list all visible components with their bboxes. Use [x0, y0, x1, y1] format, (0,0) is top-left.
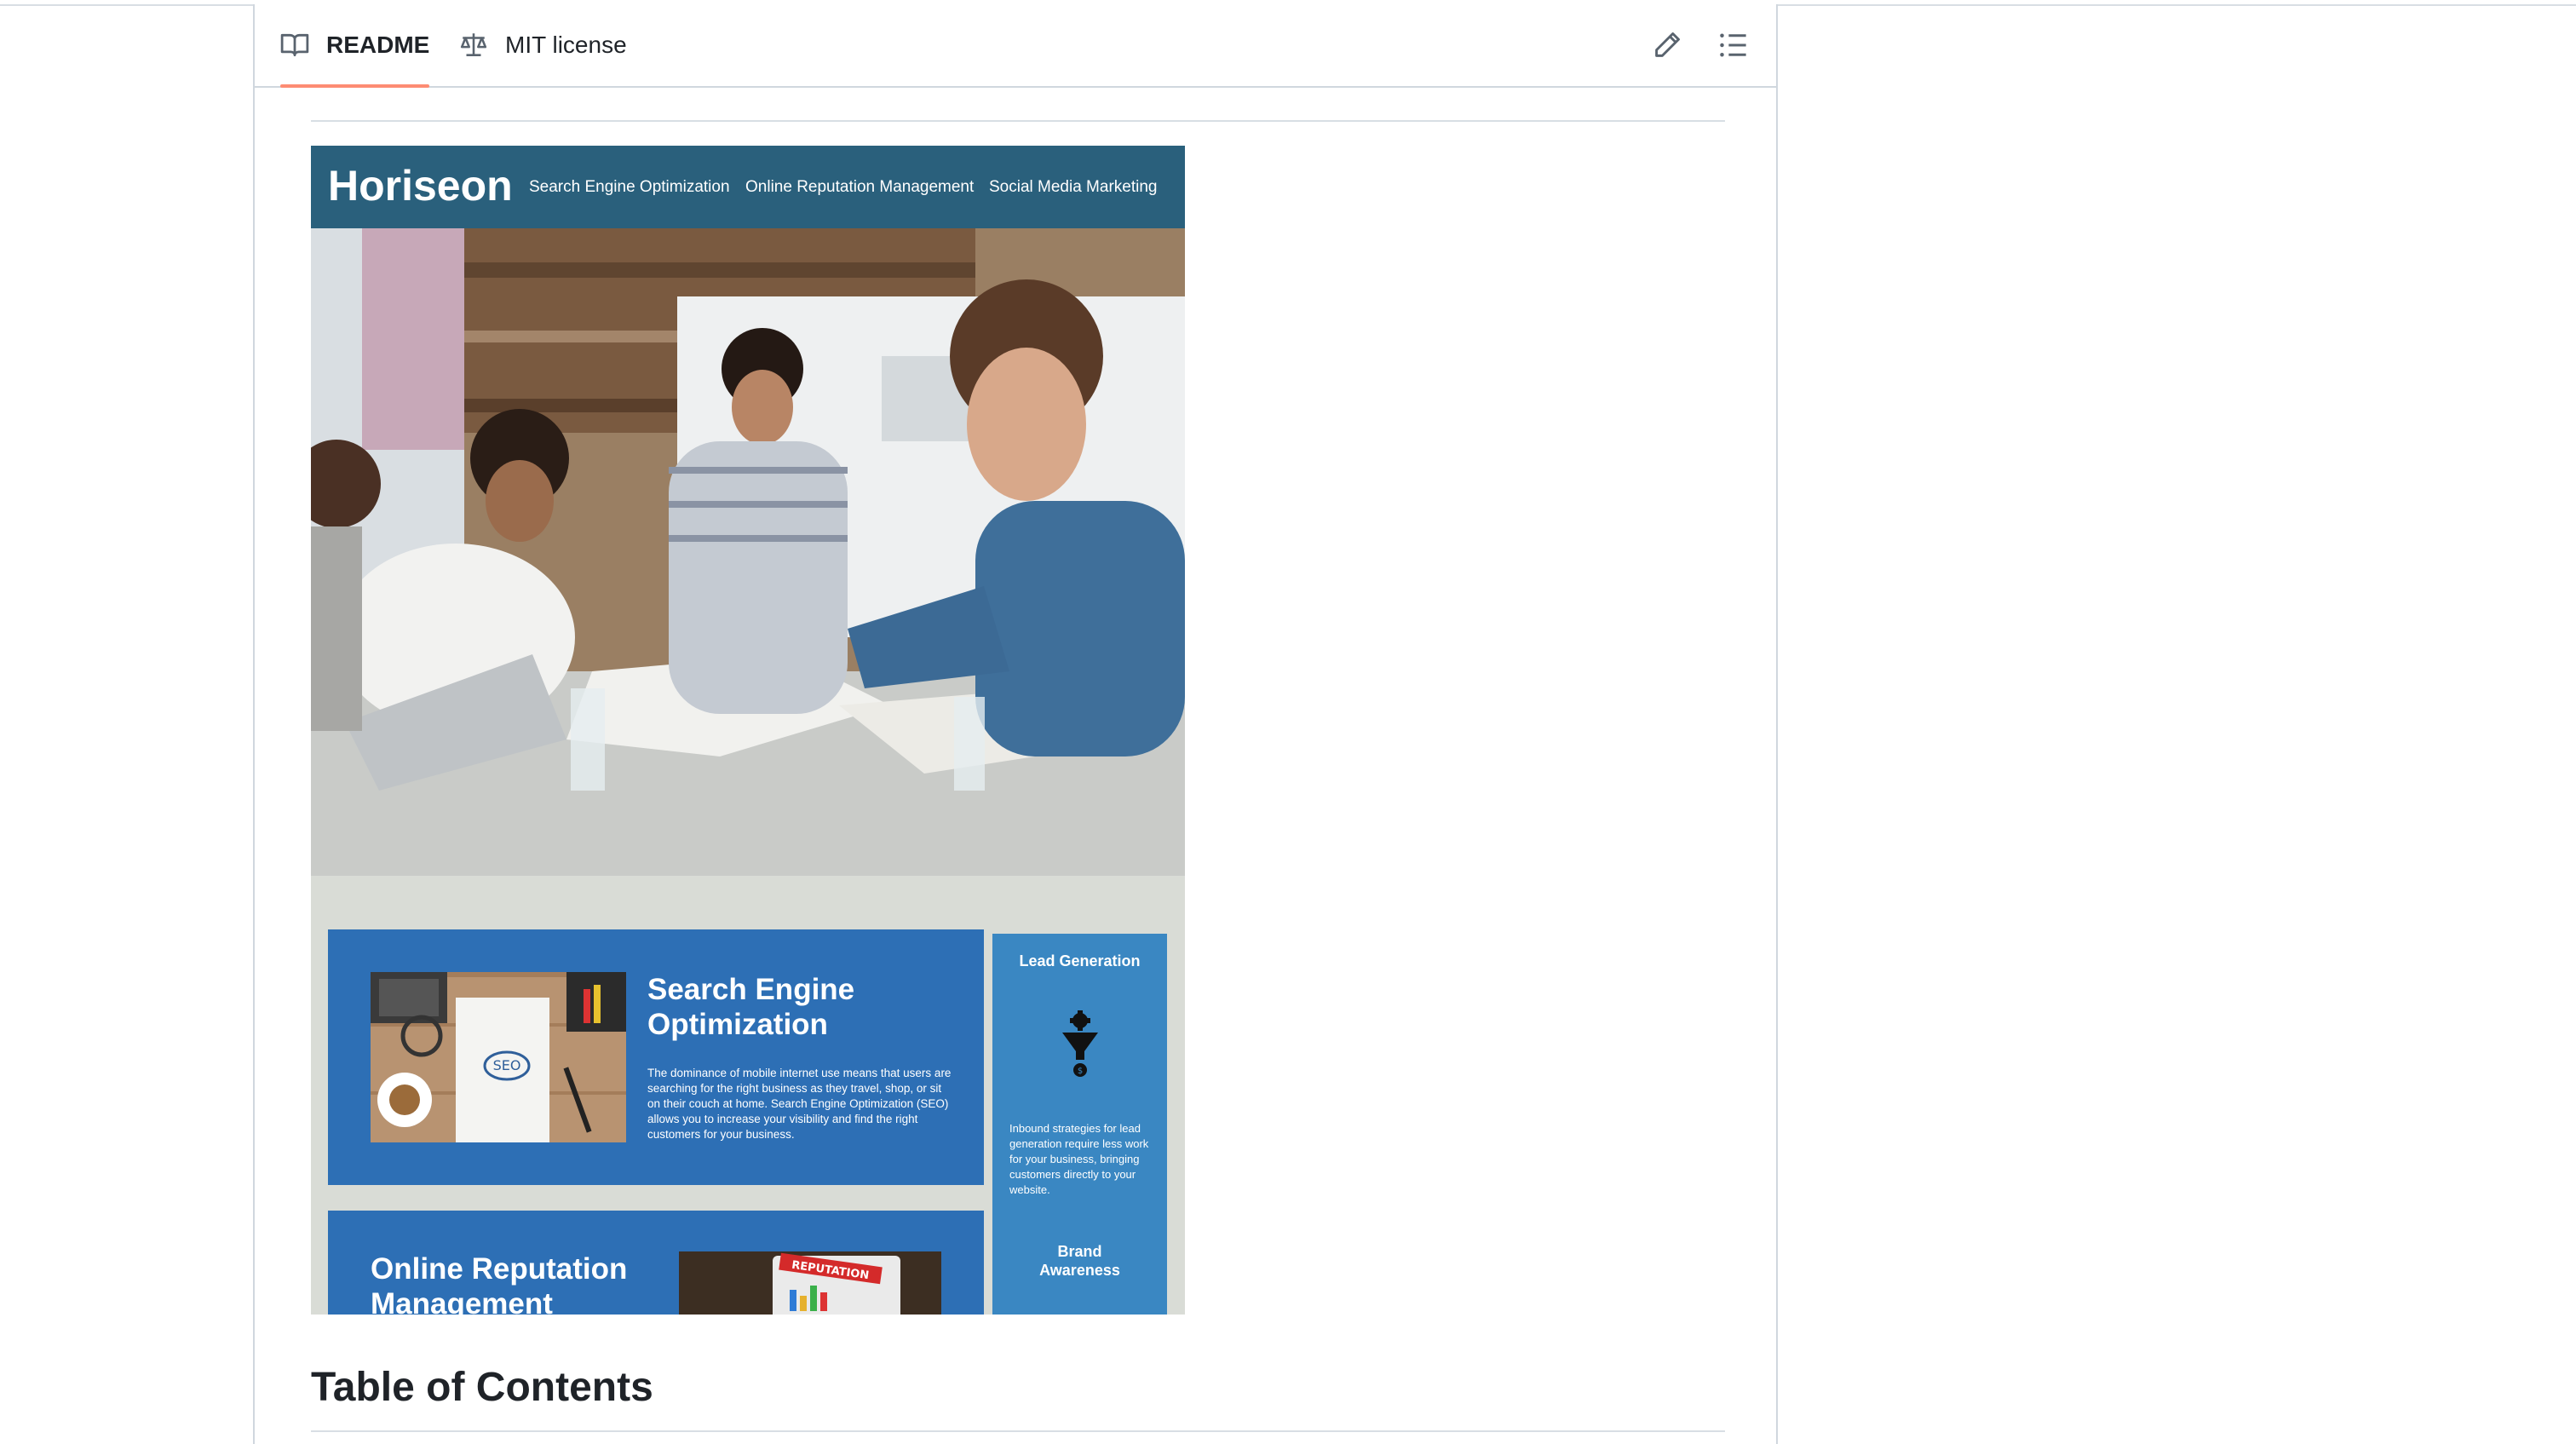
seo-card-image: SEO	[371, 972, 626, 1142]
seo-image-text: SEO	[493, 1057, 521, 1073]
toc-heading-text: Table of Contents	[311, 1365, 653, 1410]
svg-text:$: $	[1078, 1067, 1083, 1076]
website-screenshot: Horiseon Search Engine Optimization Onli…	[311, 146, 1185, 1315]
clipped-heading	[311, 86, 1725, 122]
horiseon-header: Horiseon Search Engine Optimization Onli…	[311, 146, 1185, 228]
nav-orm: Online Reputation Management	[745, 178, 975, 196]
toc-heading: Table of Contents	[311, 1364, 1725, 1432]
seo-card: SEO Search Engine Optimization The domin…	[328, 929, 984, 1185]
readme-container: README MIT license Horiseon Search Engin…	[253, 4, 1778, 1444]
lead-text: Inbound strategies for lead generation r…	[1009, 1122, 1149, 1196]
nav-smm: Social Media Marketing	[989, 178, 1158, 196]
orm-card: Online Reputation Management REPUTATION	[328, 1211, 984, 1315]
seo-title: Search Engine Optimization	[647, 973, 855, 1041]
horiseon-logo: Horiseon	[328, 162, 513, 210]
book-icon	[280, 33, 309, 57]
list-icon[interactable]	[1718, 30, 1749, 60]
pencil-icon[interactable]	[1652, 30, 1682, 60]
lead-title: Lead Generation	[1019, 952, 1141, 969]
tab-readme-label: README	[326, 32, 430, 58]
hero-photo	[311, 228, 1185, 910]
brand-title: Brand Awareness	[1039, 1243, 1120, 1279]
tab-readme[interactable]: README	[280, 4, 430, 88]
seo-body: The dominance of mobile internet use mea…	[647, 1067, 952, 1141]
funnel-icon: $	[1062, 1010, 1098, 1077]
tab-license[interactable]: MIT license	[459, 4, 627, 86]
orm-title: Online Reputation Management	[371, 1252, 628, 1315]
tab-license-label: MIT license	[505, 32, 627, 58]
nav-seo: Search Engine Optimization	[529, 178, 730, 196]
orm-card-image: REPUTATION	[679, 1251, 941, 1315]
sidebar-card: Lead Generation $ Inbound strategies for…	[992, 934, 1167, 1315]
readme-tabbar: README MIT license	[255, 4, 1776, 88]
scale-icon	[460, 33, 487, 56]
